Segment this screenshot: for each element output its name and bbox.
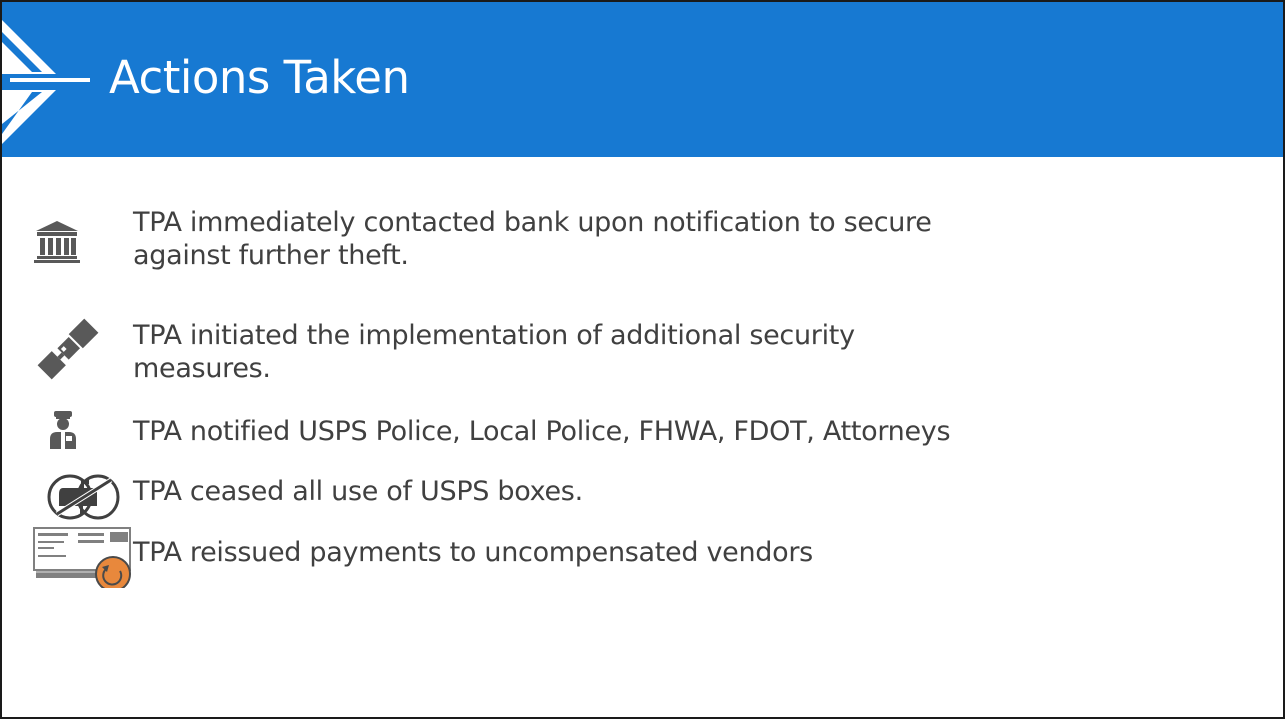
- slide-title: Actions Taken: [109, 51, 410, 104]
- logo-chevron-icon: [2, 20, 90, 144]
- item-text-line: TPA ceased all use of USPS boxes.: [133, 476, 583, 507]
- item-text-line: TPA notified USPS Police, Local Police, …: [133, 416, 951, 447]
- satellite-icon: [37, 318, 99, 380]
- item-text-line: measures.: [133, 353, 271, 384]
- police-officer-icon: [50, 411, 76, 449]
- title-bar: Actions Taken: [2, 2, 1283, 157]
- check-reissue-icon: [33, 527, 131, 588]
- item-text-line: against further theft.: [133, 240, 409, 271]
- item-text-line: TPA immediately contacted bank upon noti…: [133, 207, 932, 238]
- item-text-line: TPA reissued payments to uncompensated v…: [133, 537, 813, 568]
- item-text-line: TPA initiated the implementation of addi…: [133, 320, 855, 351]
- slide: Actions Taken TPA immediately contacted …: [0, 0, 1285, 719]
- no-mailbox-icon: [47, 474, 120, 520]
- bank-icon: [34, 221, 80, 263]
